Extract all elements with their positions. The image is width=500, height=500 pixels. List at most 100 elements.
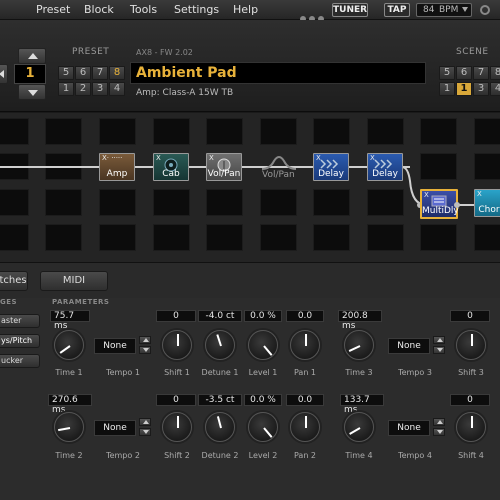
grid-cell[interactable] — [474, 153, 500, 180]
patches-tab[interactable]: atches — [0, 271, 28, 291]
grid-cell[interactable] — [420, 224, 457, 251]
volpan-block[interactable]: X Vol/Pan — [206, 153, 242, 181]
scene-4[interactable]: 4 — [490, 82, 500, 96]
preset-bank-6[interactable]: 6 — [75, 66, 91, 80]
scene-3[interactable]: 3 — [473, 82, 489, 96]
grid-cell[interactable] — [474, 118, 500, 145]
tempo-3-stepper[interactable] — [433, 336, 445, 354]
tempo-3-select[interactable]: None — [388, 338, 430, 354]
detune-1-knob[interactable] — [205, 330, 235, 360]
preset-name-field[interactable]: Ambient Pad — [130, 62, 426, 84]
time-4-value[interactable]: 133.7 ms — [340, 394, 384, 415]
grid-cell[interactable] — [99, 224, 136, 251]
prev-arrow-button[interactable] — [0, 64, 8, 84]
tempo-1-select[interactable]: None — [94, 338, 136, 354]
scene-6[interactable]: 6 — [456, 66, 472, 80]
tempo-2-stepper[interactable] — [139, 418, 151, 436]
grid-cell[interactable] — [206, 224, 243, 251]
pan-1-knob[interactable] — [290, 330, 320, 360]
scene-1[interactable]: 1 — [439, 82, 455, 96]
settings-icon[interactable] — [480, 5, 490, 15]
page-ducker-button[interactable]: ucker — [0, 354, 40, 368]
scene-5[interactable]: 5 — [439, 66, 455, 80]
preset-bank-8[interactable]: 8 — [109, 66, 125, 80]
pan-2-value[interactable]: 0.0 — [286, 394, 324, 406]
volpan-bypassed-label[interactable]: Vol/Pan — [262, 170, 295, 180]
preset-bank-3[interactable]: 3 — [92, 82, 108, 96]
time-2-value[interactable]: 270.6 ms — [48, 394, 92, 415]
grid-cell[interactable] — [367, 189, 404, 216]
grid-cell[interactable] — [0, 118, 29, 145]
tempo-1-stepper[interactable] — [139, 336, 151, 354]
pan-1-value[interactable]: 0.0 — [286, 310, 324, 322]
tempo-4-stepper[interactable] — [433, 418, 445, 436]
menu-tools[interactable]: Tools — [130, 3, 157, 16]
grid-cell[interactable] — [153, 224, 190, 251]
menu-help[interactable]: Help — [233, 3, 258, 16]
menu-preset[interactable]: Preset — [36, 3, 70, 16]
preset-bank-4[interactable]: 4 — [109, 82, 125, 96]
grid-cell[interactable] — [45, 224, 82, 251]
grid-cell[interactable] — [153, 118, 190, 145]
grid-cell[interactable] — [99, 189, 136, 216]
grid-cell[interactable] — [45, 189, 82, 216]
level-1-value[interactable]: 0.0 % — [244, 310, 282, 322]
midi-tab[interactable]: MIDI — [40, 271, 108, 291]
preset-bank-2[interactable]: 2 — [75, 82, 91, 96]
grid-cell[interactable] — [260, 118, 297, 145]
cab-block[interactable]: X Cab — [153, 153, 189, 181]
shift-4-value[interactable]: 0 — [450, 394, 490, 406]
grid-cell[interactable] — [0, 224, 29, 251]
grid-cell[interactable] — [99, 118, 136, 145]
time-1-knob[interactable] — [54, 330, 84, 360]
page-master-button[interactable]: aster — [0, 314, 40, 328]
grid-cell[interactable] — [367, 118, 404, 145]
grid-cell[interactable] — [206, 118, 243, 145]
time-3-value[interactable]: 200.8 ms — [338, 310, 382, 331]
delay-block-2[interactable]: X Delay — [367, 153, 403, 181]
preset-up-button[interactable] — [18, 48, 46, 64]
grid-cell[interactable] — [313, 224, 350, 251]
delay-block-1[interactable]: X Delay — [313, 153, 349, 181]
shift-2-knob[interactable] — [162, 412, 192, 442]
page-delays-pitch-button[interactable]: ys/Pitch — [0, 334, 40, 348]
shift-1-value[interactable]: 0 — [156, 310, 196, 322]
bpm-select[interactable]: 84 BPM — [416, 3, 472, 17]
menu-settings[interactable]: Settings — [174, 3, 219, 16]
scene-1-selected[interactable]: 1 — [456, 82, 472, 96]
pan-2-knob[interactable] — [290, 412, 320, 442]
level-2-knob[interactable] — [248, 412, 278, 442]
multidelay-block[interactable]: X MultiDly — [420, 189, 459, 219]
preset-down-button[interactable] — [18, 84, 46, 100]
preset-bank-5[interactable]: 5 — [58, 66, 74, 80]
time-3-knob[interactable] — [344, 330, 374, 360]
scene-8[interactable]: 8 — [490, 66, 500, 80]
scene-7[interactable]: 7 — [473, 66, 489, 80]
grid-cell[interactable] — [313, 118, 350, 145]
detune-2-knob[interactable] — [205, 412, 235, 442]
detune-1-value[interactable]: -4.0 ct — [198, 310, 242, 322]
preset-bank-7[interactable]: 7 — [92, 66, 108, 80]
amp-block[interactable]: X· ····· Amp — [99, 153, 135, 181]
grid-cell[interactable] — [474, 224, 500, 251]
time-4-knob[interactable] — [344, 412, 374, 442]
shift-3-value[interactable]: 0 — [450, 310, 490, 322]
grid-cell[interactable] — [260, 224, 297, 251]
tempo-2-select[interactable]: None — [94, 420, 136, 436]
grid-cell[interactable] — [0, 189, 29, 216]
level-1-knob[interactable] — [248, 330, 278, 360]
grid-cell[interactable] — [206, 189, 243, 216]
time-2-knob[interactable] — [54, 412, 84, 442]
preset-bank-1[interactable]: 1 — [58, 82, 74, 96]
tempo-4-select[interactable]: None — [388, 420, 430, 436]
grid-cell[interactable] — [45, 118, 82, 145]
grid-cell[interactable] — [153, 189, 190, 216]
grid-cell[interactable] — [313, 189, 350, 216]
tuner-button[interactable]: TUNER — [332, 3, 368, 17]
menu-block[interactable]: Block — [84, 3, 114, 16]
grid-cell[interactable] — [367, 224, 404, 251]
shift-2-value[interactable]: 0 — [156, 394, 196, 406]
shift-1-knob[interactable] — [162, 330, 192, 360]
level-2-value[interactable]: 0.0 % — [244, 394, 282, 406]
chorus-block[interactable]: X Chor — [474, 189, 500, 217]
